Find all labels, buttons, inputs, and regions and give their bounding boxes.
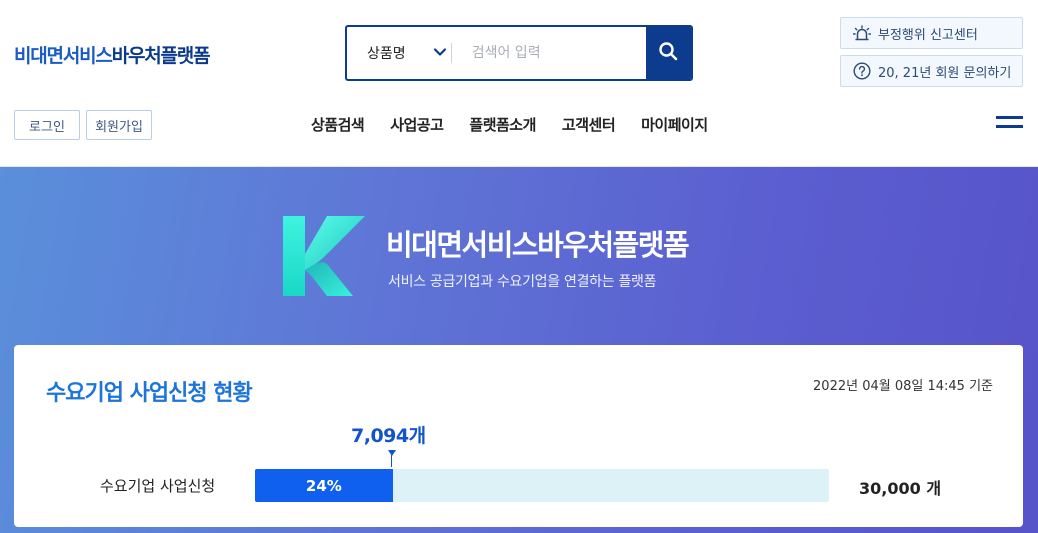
report-center-button[interactable]: 부정행위 신고센터 <box>840 17 1023 49</box>
status-date: 2022년 04월 08일 14:45 기준 <box>813 379 993 394</box>
current-count: 7,094개 <box>351 425 426 447</box>
nav-item-platform-intro[interactable]: 플랫폼소개 <box>469 114 536 135</box>
search-button[interactable] <box>645 27 691 79</box>
question-circle-icon <box>853 62 871 80</box>
progress-track: 24% <box>255 469 829 502</box>
search-bar: 상품명 <box>345 25 693 81</box>
member-inquiry-button[interactable]: 20, 21년 회원 문의하기 <box>840 55 1023 87</box>
nav-item-business-notice[interactable]: 사업공고 <box>390 114 444 135</box>
search-input[interactable] <box>451 27 646 79</box>
site-logo[interactable]: 비대면서비스바우처플랫폼 <box>14 41 211 68</box>
chevron-down-icon <box>433 45 447 63</box>
progress-fill: 24% <box>255 469 393 502</box>
application-status-card: 수요기업 사업신청 현황 2022년 04월 08일 14:45 기준 7,09… <box>14 345 1023 527</box>
nav-item-my-page[interactable]: 마이페이지 <box>641 114 708 135</box>
main-nav: 상품검색 사업공고 플랫폼소개 고객센터 마이페이지 <box>311 114 734 135</box>
report-center-label: 부정행위 신고센터 <box>878 27 978 43</box>
status-title: 수요기업 사업신청 현황 <box>46 381 253 406</box>
logo-text-part2: 바우처플랫폼 <box>111 45 211 67</box>
nav-item-customer-center[interactable]: 고객센터 <box>562 114 616 135</box>
logo-text-part1: 비대면서비스 <box>14 45 113 67</box>
login-button[interactable]: 로그인 <box>14 110 80 140</box>
nav-item-product-search[interactable]: 상품검색 <box>311 114 365 135</box>
progress-pointer-line <box>391 455 392 467</box>
member-inquiry-label: 20, 21년 회원 문의하기 <box>878 65 1012 81</box>
search-category-select[interactable]: 상품명 <box>347 27 451 79</box>
hamburger-menu-icon[interactable] <box>996 116 1023 130</box>
hero-subtitle: 서비스 공급기업과 수요기업을 연결하는 플랫폼 <box>388 274 657 290</box>
k-logo-icon <box>283 216 367 296</box>
hero-title: 비대면서비스바우처플랫폼 <box>386 228 690 262</box>
progress-pointer <box>388 450 396 456</box>
search-icon <box>658 41 678 65</box>
site-header: 비대면서비스바우처플랫폼 상품명 부정행위 신고센터 20, 21년 회원 문의… <box>0 0 1038 167</box>
search-category-label: 상품명 <box>367 46 406 62</box>
progress-percent-label: 24% <box>305 476 342 495</box>
siren-icon <box>853 25 871 41</box>
target-count: 30,000 개 <box>859 479 942 498</box>
signup-button[interactable]: 회원가입 <box>86 110 152 140</box>
progress-row-label: 수요기업 사업신청 <box>100 477 216 495</box>
